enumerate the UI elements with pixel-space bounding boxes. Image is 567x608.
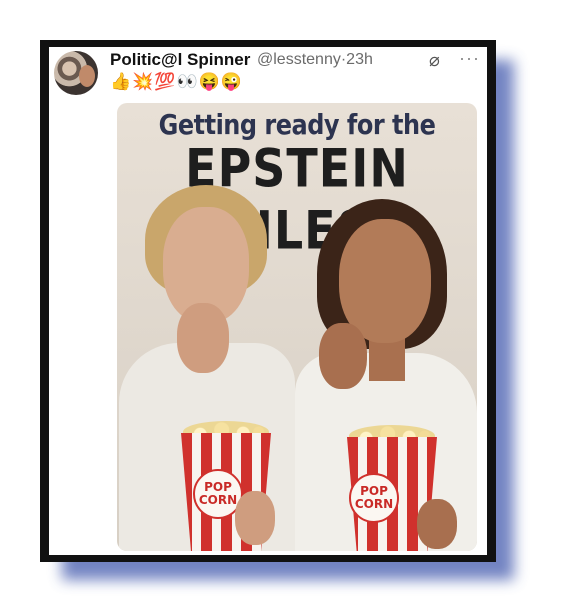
more-options-icon[interactable]: ···: [459, 48, 480, 69]
handle[interactable]: @lesstenny: [257, 51, 341, 68]
right-popcorn-label-bottom: CORN: [354, 497, 394, 511]
right-popcorn-label: POP CORN: [349, 473, 399, 523]
right-figure-hand: [319, 323, 367, 389]
left-figure-hand: [177, 303, 229, 373]
post-text-emojis: 👍💥💯👀😝😜: [110, 72, 244, 91]
left-popcorn-label-bottom: CORN: [198, 493, 238, 507]
timestamp[interactable]: 23h: [346, 51, 373, 68]
avatar[interactable]: [54, 51, 98, 95]
grok-icon[interactable]: ⌀: [429, 50, 440, 71]
post-card[interactable]: Politic@l Spinner @lesstenny·23h ⌀ ··· 👍…: [49, 47, 487, 555]
display-name[interactable]: Politic@l Spinner: [110, 50, 250, 70]
handle-and-time[interactable]: @lesstenny·23h: [257, 51, 373, 69]
left-figure-holding-hand: [235, 491, 275, 545]
right-figure-holding-hand: [417, 499, 457, 549]
post-image[interactable]: Getting ready for the EPSTEIN FILES POP …: [117, 103, 477, 551]
